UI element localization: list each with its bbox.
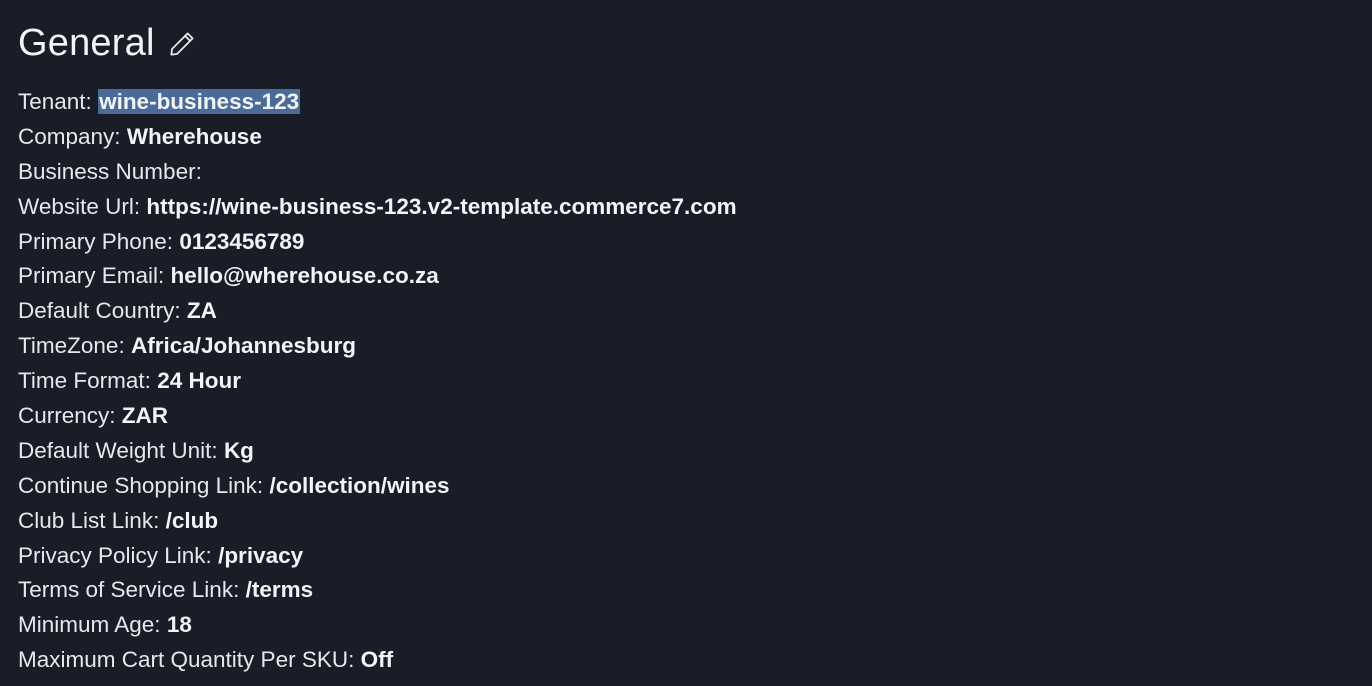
field-label: Primary Phone:	[18, 228, 180, 254]
field-primary-email: Primary Email: hello@wherehouse.co.za	[18, 259, 1354, 294]
field-currency: Currency: ZAR	[18, 399, 1354, 434]
field-label: Currency:	[18, 403, 122, 429]
field-time-format: Time Format: 24 Hour	[18, 364, 1354, 399]
field-timezone: TimeZone: Africa/Johannesburg	[18, 329, 1354, 364]
field-club-list-link: Club List Link: /club	[18, 504, 1354, 539]
field-tenant: Tenant: wine-business-123	[18, 85, 1354, 120]
field-company: Company: Wherehouse	[18, 120, 1354, 155]
field-business-number: Business Number:	[18, 155, 1354, 190]
general-settings-panel: General Tenant: wine-business-123 Compan…	[0, 0, 1372, 678]
field-label: Website Url:	[18, 193, 147, 219]
edit-button[interactable]	[165, 27, 199, 61]
field-label: Default Weight Unit:	[18, 437, 224, 463]
settings-field-list: Tenant: wine-business-123 Company: Where…	[18, 85, 1354, 678]
field-label: Time Format:	[18, 368, 158, 394]
field-label: Minimum Age:	[18, 612, 167, 638]
field-label: TimeZone:	[18, 333, 131, 359]
field-label: Continue Shopping Link:	[18, 472, 270, 498]
field-default-weight-unit: Default Weight Unit: Kg	[18, 434, 1354, 469]
field-value: /club	[165, 507, 219, 533]
field-label: Club List Link:	[18, 507, 166, 533]
field-website-url: Website Url: https://wine-business-123.v…	[18, 190, 1354, 225]
field-value: hello@wherehouse.co.za	[170, 263, 439, 289]
field-label: Terms of Service Link:	[18, 577, 246, 603]
field-value: 18	[166, 612, 192, 638]
field-label: Tenant:	[18, 89, 99, 114]
field-continue-shopping-link: Continue Shopping Link: /collection/wine…	[18, 469, 1354, 504]
field-value: Wherehouse	[126, 123, 262, 149]
field-label: Business Number:	[18, 158, 202, 184]
field-value: ZAR	[121, 403, 169, 429]
field-value: https://wine-business-123.v2-template.co…	[146, 193, 737, 219]
field-value: 24 Hour	[157, 368, 241, 394]
field-value: 0123456789	[179, 228, 305, 254]
section-header: General	[18, 18, 1354, 68]
pencil-icon	[170, 32, 194, 56]
field-label: Default Country:	[18, 298, 187, 324]
field-privacy-policy-link: Privacy Policy Link: /privacy	[18, 539, 1354, 574]
field-value: Off	[360, 647, 394, 673]
field-primary-phone: Primary Phone: 0123456789	[18, 225, 1354, 260]
field-value: wine-business-123	[98, 89, 301, 114]
field-terms-of-service-link: Terms of Service Link: /terms	[18, 573, 1354, 608]
field-value: Africa/Johannesburg	[130, 333, 356, 359]
field-value: Kg	[223, 437, 254, 463]
field-label: Primary Email:	[18, 263, 171, 289]
field-max-cart-quantity-per-sku: Maximum Cart Quantity Per SKU: Off	[18, 643, 1354, 678]
field-value: /collection/wines	[269, 472, 450, 498]
field-label: Privacy Policy Link:	[18, 542, 219, 568]
field-value: /terms	[245, 577, 314, 603]
field-minimum-age: Minimum Age: 18	[18, 608, 1354, 643]
field-default-country: Default Country: ZA	[18, 294, 1354, 329]
field-label: Company:	[18, 123, 127, 149]
field-value: ZA	[186, 298, 217, 324]
section-title: General	[18, 22, 155, 64]
field-value: /privacy	[218, 542, 304, 568]
field-label: Maximum Cart Quantity Per SKU:	[18, 647, 361, 673]
